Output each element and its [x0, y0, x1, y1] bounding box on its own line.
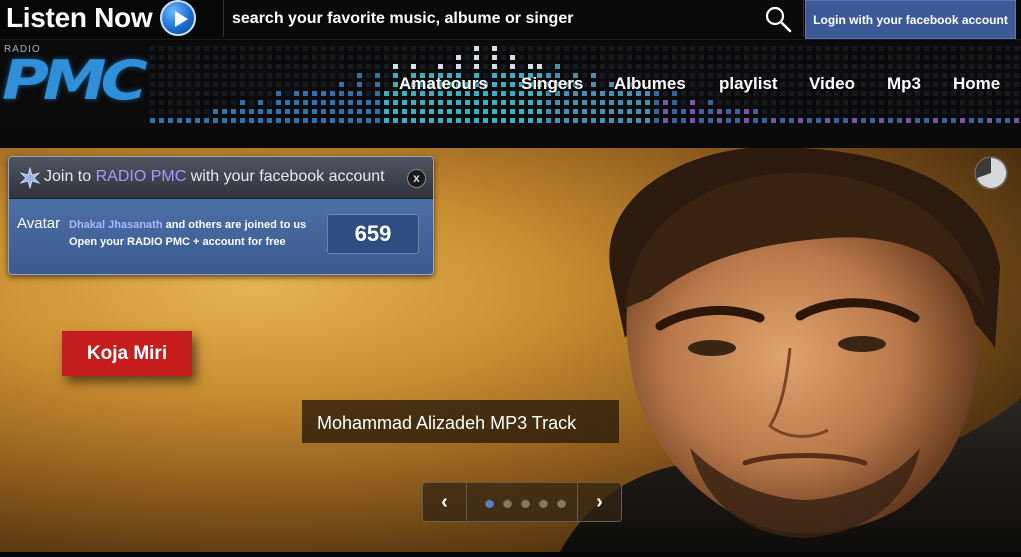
join-panel-title: Join to RADIO PMC with your facebook acc… [44, 168, 385, 186]
nav-item-singers[interactable]: Singers [521, 74, 583, 94]
avatar-label: Avatar [17, 215, 61, 232]
search-box [223, 0, 804, 37]
join-panel-body: Avatar Dhakal Jhasanath and others are j… [9, 199, 433, 274]
slider-dot[interactable] [521, 499, 530, 508]
slide-caption-text[interactable]: Mohammad Alizadeh MP3 Track [317, 412, 597, 434]
chevron-right-icon: › [596, 490, 603, 513]
join-panel-header: Join to RADIO PMC with your facebook acc… [9, 157, 433, 199]
search-input[interactable] [224, 0, 754, 37]
nav-item-playlist[interactable]: playlist [719, 74, 778, 94]
close-icon[interactable]: x [407, 169, 426, 188]
facebook-join-panel: Join to RADIO PMC with your facebook acc… [8, 156, 434, 275]
open-account-text: Open your RADIO PMC + account for free [69, 236, 286, 248]
play-icon[interactable] [160, 0, 197, 36]
joined-user-name[interactable]: Dhakal Jhasanath [69, 219, 163, 231]
facebook-login-button[interactable]: Login with your facebook account [805, 0, 1016, 39]
nav-item-amateours[interactable]: Amateours [399, 74, 488, 94]
site-header: RADIO PMC Amateours Singers Albumes play… [0, 40, 1021, 130]
listen-now[interactable]: Listen Now [6, 0, 197, 36]
joined-line: Dhakal Jhasanath and others are joined t… [69, 219, 306, 231]
star-icon [19, 167, 41, 189]
slider-pager: ‹ › [422, 482, 622, 522]
header-divider [0, 128, 1021, 148]
joined-text: and others are joined to us [165, 219, 307, 231]
nav-item-home[interactable]: Home [953, 74, 1000, 94]
join-title-suffix: with your facebook account [190, 168, 385, 185]
chevron-left-icon: ‹ [441, 490, 448, 513]
member-count: 659 [327, 214, 419, 254]
hero-bottom-border [0, 552, 1021, 557]
loader-icon [974, 156, 1008, 190]
slide-caption[interactable]: Mohammad Alizadeh MP3 Track [302, 400, 619, 443]
slider-prev-button[interactable]: ‹ [423, 483, 467, 521]
main-nav: Amateours Singers Albumes playlist Video… [0, 74, 1021, 98]
listen-now-label[interactable]: Listen Now [6, 2, 153, 34]
nav-item-mp3[interactable]: Mp3 [887, 74, 921, 94]
join-title-prefix: Join to [44, 168, 92, 185]
join-title-brand: RADIO PMC [95, 168, 187, 185]
koja-miri-button[interactable]: Koja Miri [62, 331, 192, 376]
slider-dot[interactable] [485, 499, 494, 508]
search-icon[interactable] [764, 5, 792, 33]
top-bar: Listen Now Login with your facebook acco… [0, 0, 1021, 40]
slider-next-button[interactable]: › [577, 483, 621, 521]
slider-dot[interactable] [503, 499, 512, 508]
nav-item-albumes[interactable]: Albumes [614, 74, 686, 94]
slider-dot[interactable] [557, 499, 566, 508]
nav-item-video[interactable]: Video [809, 74, 855, 94]
slider-dot[interactable] [539, 499, 548, 508]
